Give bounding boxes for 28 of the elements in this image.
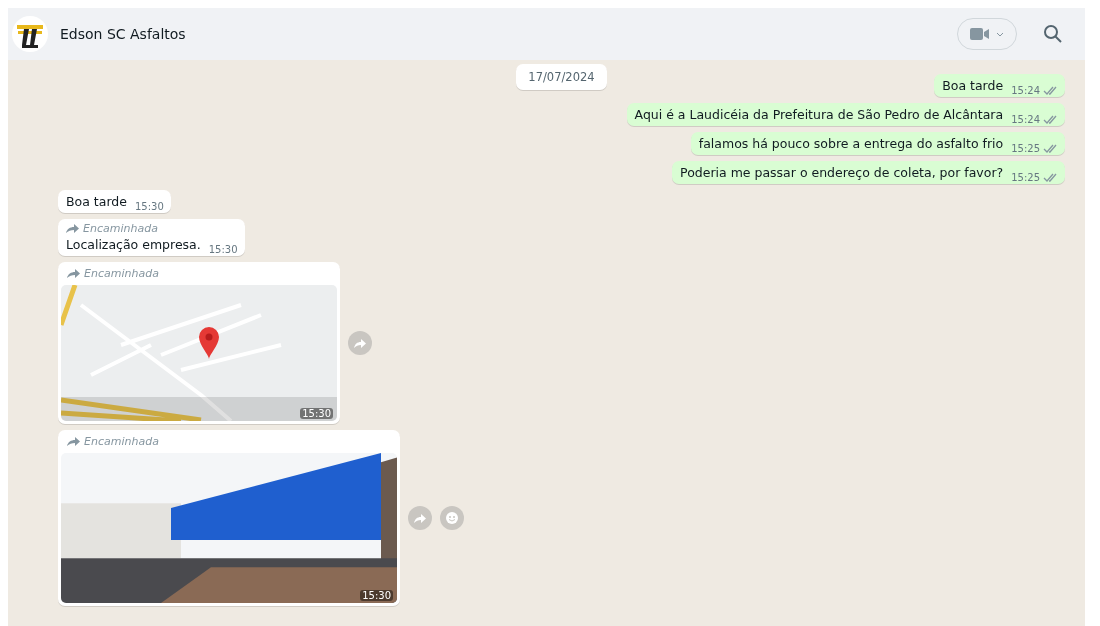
video-camera-icon: [970, 28, 990, 40]
message-text: Boa tarde: [66, 193, 127, 210]
message-text: falamos há pouco sobre a entrega do asfalto frio: [698, 135, 1004, 152]
message-text: Boa tarde: [942, 77, 1004, 94]
message-time: 15:25: [1011, 172, 1040, 183]
forwarded-label: Encaminhada: [84, 435, 159, 448]
message-time: 15:24: [1011, 85, 1040, 96]
message-time: 15:25: [1011, 143, 1040, 154]
forward-arrow-icon: [67, 437, 80, 446]
chevron-down-icon: [996, 31, 1004, 37]
date-chip: 17/07/2024: [516, 64, 607, 90]
emoji-icon[interactable]: [440, 506, 464, 530]
message-time: 15:24: [1011, 114, 1040, 125]
contact-logo-icon[interactable]: [12, 16, 48, 52]
share-icon[interactable]: [408, 506, 432, 530]
message-time: 15:30: [134, 201, 164, 212]
message-text: Aqui é a Laudicéia da Prefeitura de São Pedro de Alcântara: [634, 106, 1004, 123]
forward-arrow-icon: [67, 269, 80, 278]
message-time: 15:30: [208, 244, 238, 255]
message-text: Localização empresa.: [66, 236, 201, 253]
message-text: Poderia me passar o endereço de coleta, por favor?: [680, 164, 1004, 181]
message-time: 15:30: [300, 408, 333, 419]
share-icon[interactable]: [348, 331, 372, 355]
forwarded-label: Encaminhada: [84, 267, 159, 280]
forwarded-label: Encaminhada: [83, 222, 158, 235]
forward-arrow-icon: [66, 224, 79, 233]
search-icon[interactable]: [1043, 24, 1063, 44]
message-time: 15:30: [360, 590, 393, 601]
